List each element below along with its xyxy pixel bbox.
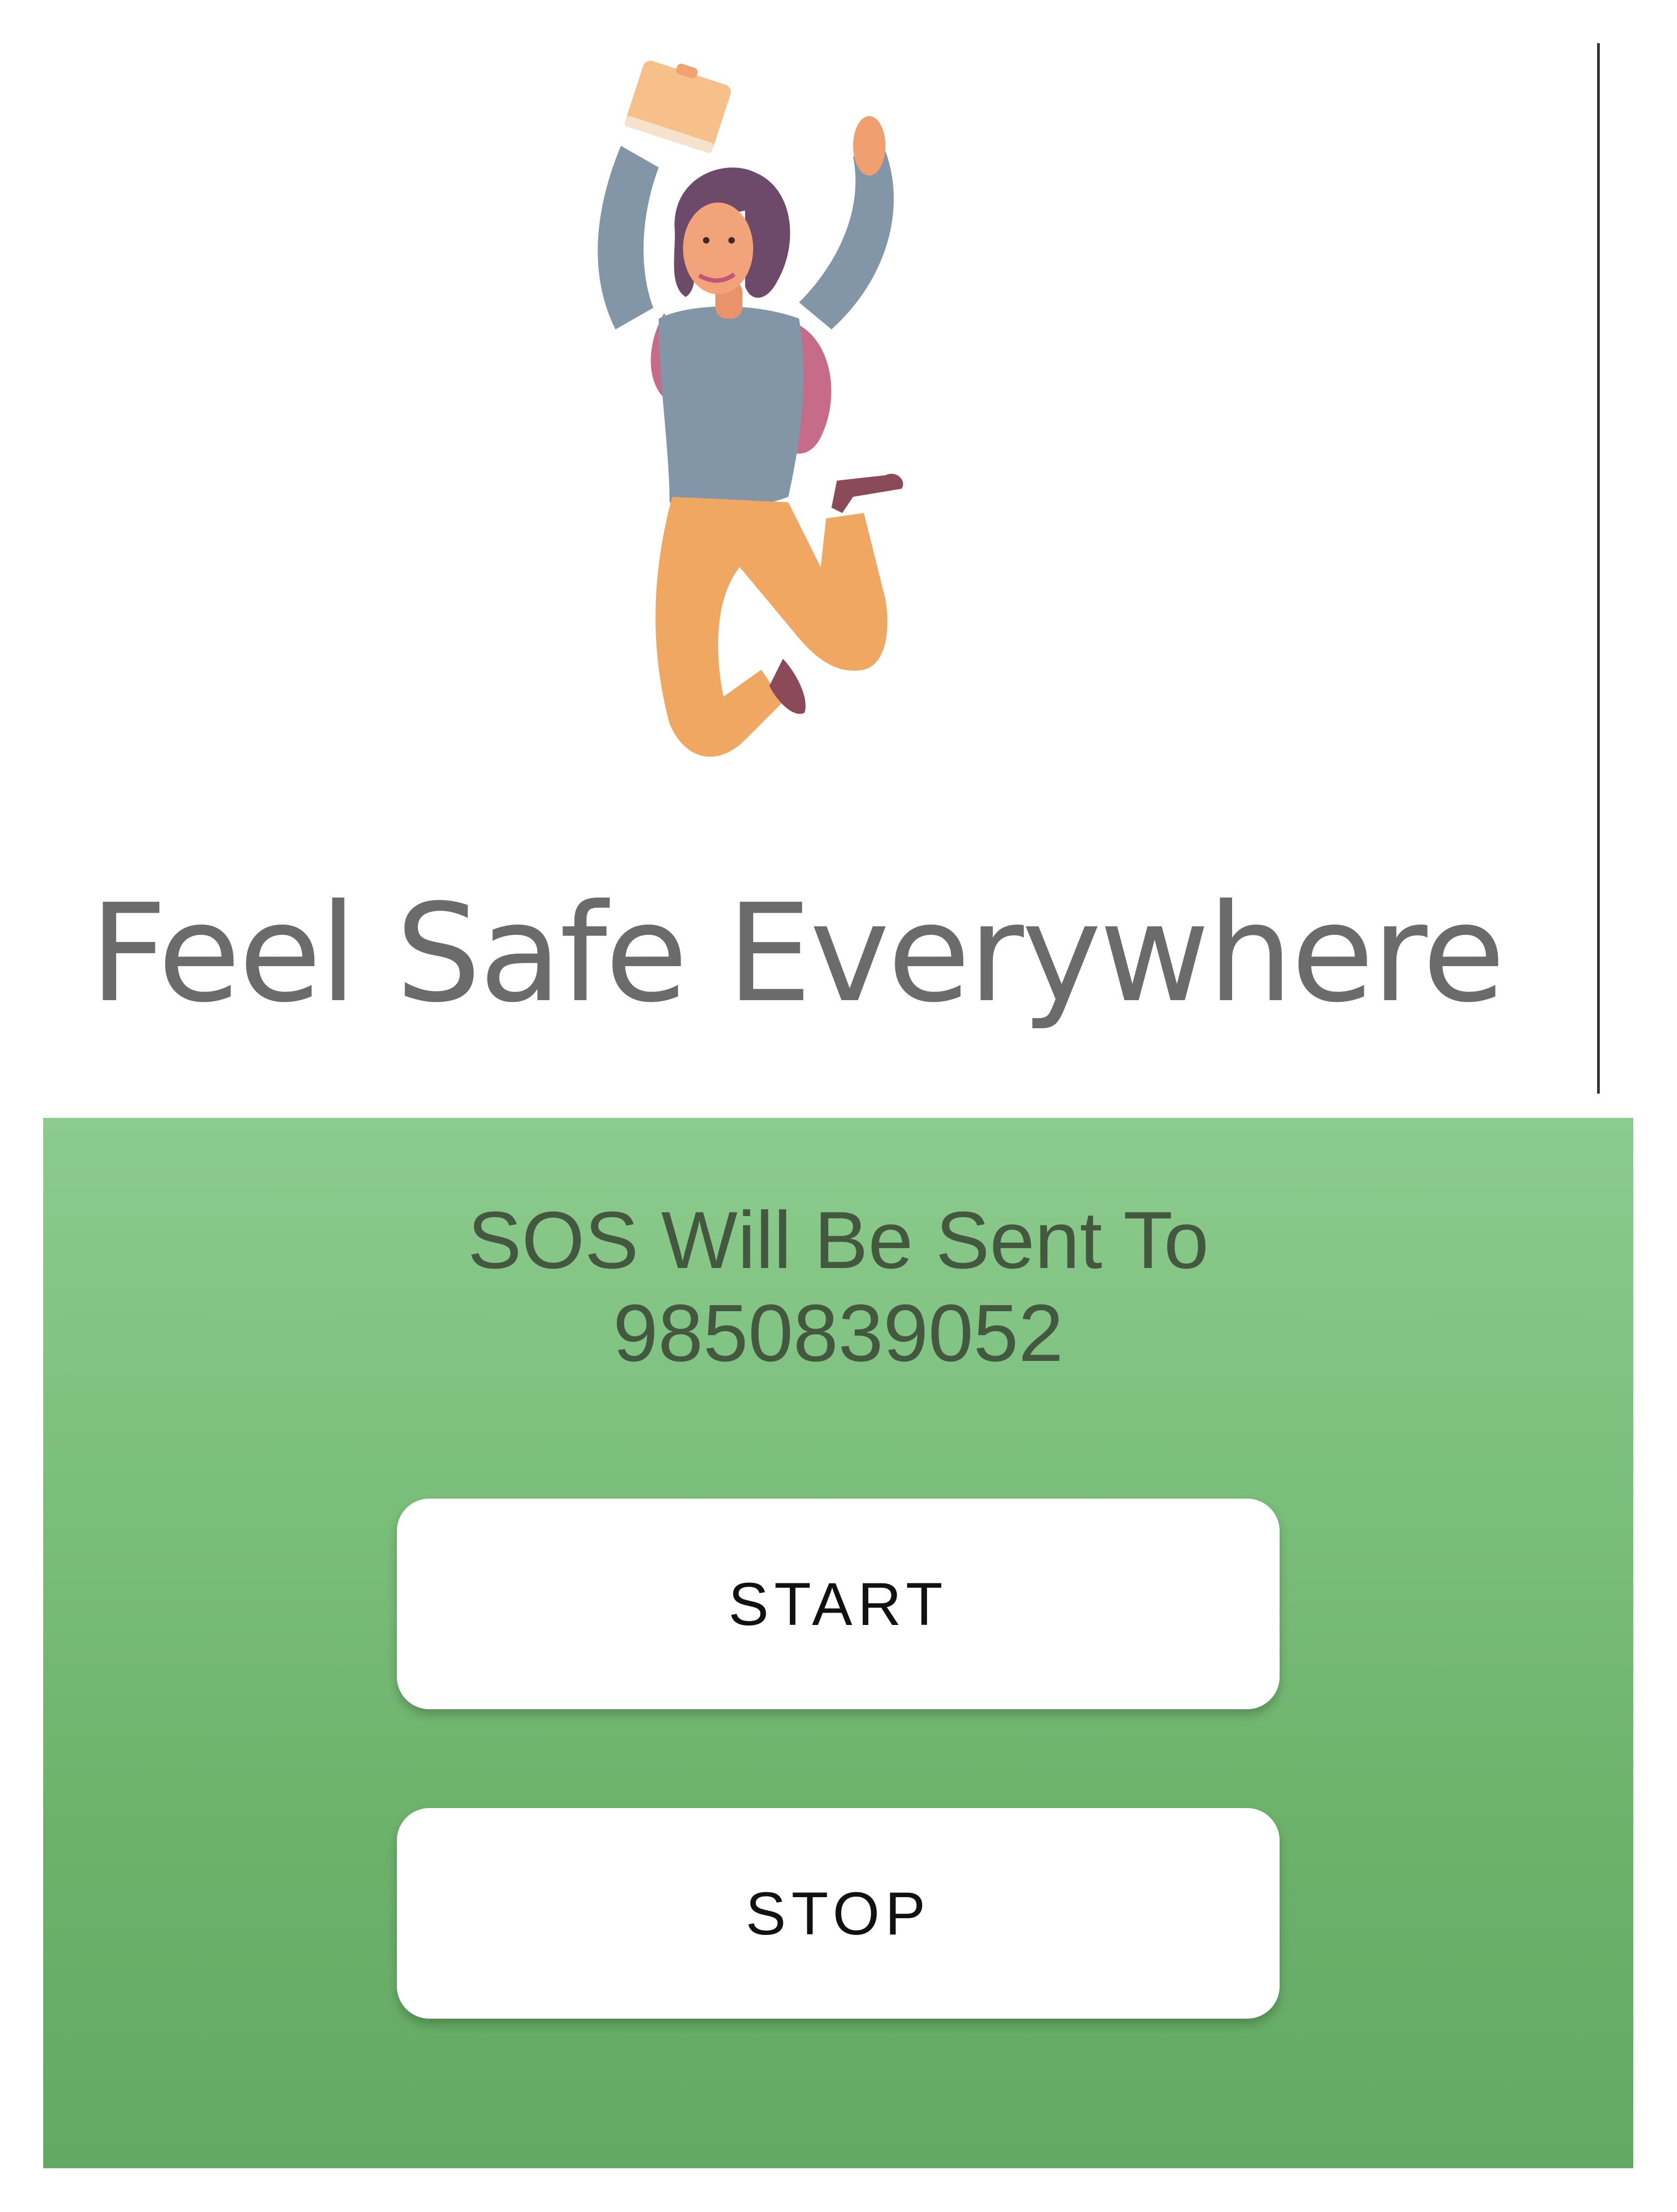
tagline: Feel Safe Everywhere: [89, 875, 1505, 1032]
jumping-woman-illustration: [598, 60, 903, 757]
stop-button[interactable]: STOP: [397, 1808, 1280, 2019]
start-button[interactable]: START: [397, 1499, 1280, 1709]
sos-recipient-text: SOS Will Be Sent To 9850839052: [43, 1193, 1633, 1379]
sos-recipient-label: SOS Will Be Sent To: [468, 1195, 1209, 1285]
vertical-divider: [1597, 43, 1600, 1094]
sos-screen: Feel Safe Everywhere SOS Will Be Sent To…: [0, 0, 1677, 2212]
sos-panel: SOS Will Be Sent To 9850839052 START STO…: [43, 1118, 1633, 2168]
sos-recipient-phone: 9850839052: [613, 1287, 1064, 1378]
